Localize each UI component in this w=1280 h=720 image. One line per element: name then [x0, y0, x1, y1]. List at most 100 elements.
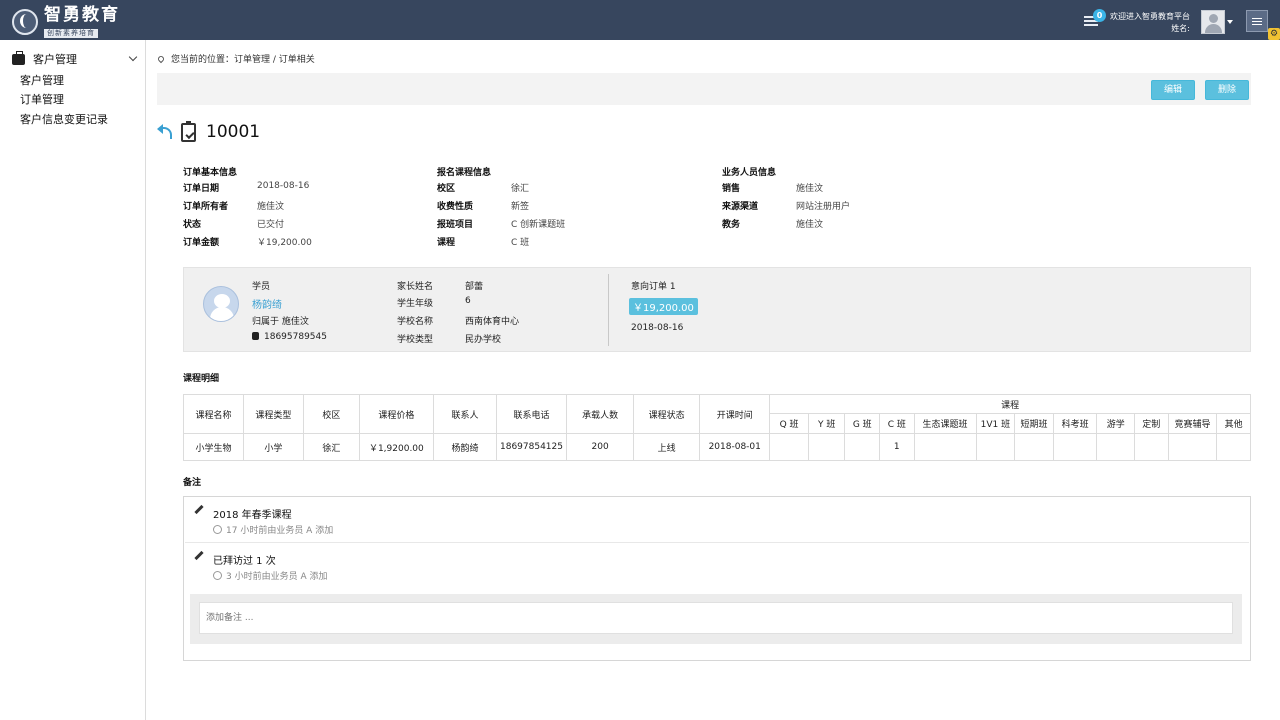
subcolumn-header: Q 班 — [769, 413, 809, 434]
field-label: 课程 — [437, 238, 456, 248]
table-cell — [1014, 433, 1054, 461]
course-detail-title: 课程明细 — [183, 374, 220, 384]
table-row[interactable]: 小学生物 小学 徐汇 ￥1,9200.00 杨韵绮 18697854125 20… — [183, 433, 1251, 461]
subcolumn-header: 游学 — [1096, 413, 1136, 434]
detail-label: 学生年级 — [397, 299, 434, 309]
sidebar-group-label: 客户管理 — [33, 53, 77, 66]
field-label: 报班项目 — [437, 220, 474, 230]
note-meta: 17 小时前由业务员 A 添加 — [213, 523, 333, 536]
column-header: 课程价格 — [358, 394, 434, 434]
section-title: 订单基本信息 — [183, 168, 238, 178]
order-basic-info: 订单基本信息 订单日期 2018-08-16 订单所有者 施佳汶 状态 已交付 订单金… — [183, 165, 312, 253]
user-avatar[interactable] — [1201, 10, 1225, 34]
clock-icon — [213, 525, 222, 534]
column-header: 联系电话 — [495, 394, 568, 434]
note-input-container — [190, 594, 1242, 644]
field-value: 施佳汶 — [257, 202, 285, 212]
sidebar-group-customer[interactable]: 客户管理 — [12, 50, 140, 67]
detail-value: 西南体育中心 — [465, 317, 520, 327]
column-header: 校区 — [302, 394, 360, 434]
pencil-icon[interactable] — [194, 550, 204, 561]
note-text: 已拜访过 1 次 — [213, 556, 276, 567]
divider — [185, 542, 1249, 543]
clock-icon — [213, 571, 222, 580]
staff-info: 业务人员信息 销售 施佳汶 来源渠道 网站注册用户 教务 施佳汶 — [722, 165, 850, 235]
breadcrumb-text: 您当前的位置：订单管理 / 订单相关 — [171, 55, 315, 65]
subcolumn-header: Y 班 — [807, 413, 846, 434]
intent-date: 2018-08-16 — [631, 323, 684, 333]
order-title-row: 10001 — [157, 120, 260, 142]
field-value: C 班 — [511, 238, 530, 248]
chevron-down-icon[interactable] — [1227, 20, 1233, 24]
table-cell: 2018-08-01 — [699, 433, 771, 461]
chevron-down-icon — [128, 52, 138, 62]
field-label: 订单日期 — [183, 184, 220, 194]
table-cell — [769, 433, 809, 461]
logo-subtitle: 创新素养培育 — [44, 29, 98, 38]
welcome-text: 欢迎进入智勇教育平台 姓名: — [1110, 11, 1190, 35]
sidebar-item-customers[interactable]: 客户管理 — [20, 72, 64, 88]
subcolumn-header: 其他 — [1216, 413, 1251, 434]
table-cell: 200 — [566, 433, 635, 461]
gear-icon[interactable]: ⚙ — [1268, 28, 1280, 40]
logo-title: 智勇教育 — [44, 5, 120, 25]
note-meta-text: 3 小时前由业务员 A 添加 — [226, 572, 328, 582]
field-label: 订单金额 — [183, 238, 220, 248]
add-note-input[interactable] — [199, 602, 1233, 634]
briefcase-icon — [12, 50, 25, 65]
location-pin-icon — [156, 54, 166, 63]
table-cell — [1167, 433, 1218, 461]
detail-label: 学校类型 — [397, 335, 434, 345]
field-value: 2018-08-16 — [257, 181, 310, 191]
pencil-icon[interactable] — [194, 504, 204, 515]
table-cell: 18697854125 — [495, 433, 568, 461]
notes-panel: 2018 年春季课程 17 小时前由业务员 A 添加 已拜访过 1 次 3 小时… — [183, 496, 1251, 661]
column-header: 课程状态 — [633, 394, 701, 434]
delete-button[interactable]: 删除 — [1205, 80, 1249, 100]
course-enroll-info: 报名课程信息 校区 徐汇 收费性质 新签 报班项目 C 创新课题班 课程 C 班 — [437, 165, 565, 253]
table-cell: 徐汇 — [302, 433, 360, 461]
field-label: 收费性质 — [437, 202, 474, 212]
back-arrow-icon[interactable] — [157, 124, 173, 140]
intent-order-label: 意向订单 1 — [631, 282, 676, 292]
edit-button[interactable]: 编辑 — [1151, 80, 1195, 100]
field-value: 施佳汶 — [796, 184, 824, 194]
menu-icon[interactable] — [1246, 10, 1268, 32]
breadcrumb: 您当前的位置：订单管理 / 订单相关 — [156, 52, 315, 65]
table-cell: 杨韵绮 — [432, 433, 497, 461]
student-name-link[interactable]: 杨韵绮 — [252, 296, 282, 311]
section-title: 报名课程信息 — [437, 168, 492, 178]
column-header: 课程类型 — [242, 394, 304, 434]
detail-value: 民办学校 — [465, 335, 502, 345]
table-cell — [975, 433, 1016, 461]
student-avatar — [203, 286, 239, 322]
notification-button[interactable]: 0 — [1084, 9, 1106, 28]
subcolumn-header: C 班 — [879, 413, 915, 434]
table-cell — [913, 433, 977, 461]
subcolumn-header: 短期班 — [1014, 413, 1054, 434]
logo-icon — [12, 9, 38, 35]
brand-logo[interactable]: 智勇教育 创新素养培育 — [12, 6, 120, 38]
field-label: 销售 — [722, 184, 741, 194]
clipboard-check-icon — [181, 120, 196, 142]
student-phone: 18695789545 — [264, 332, 327, 342]
divider — [608, 274, 609, 346]
notes-title: 备注 — [183, 478, 202, 488]
field-label: 教务 — [722, 220, 741, 230]
sidebar-item-orders[interactable]: 订单管理 — [20, 91, 64, 107]
table-cell — [1134, 433, 1169, 461]
table-cell — [1216, 433, 1251, 461]
table-cell — [807, 433, 846, 461]
column-header: 联系人 — [432, 394, 497, 434]
field-value: 徐汇 — [511, 184, 530, 194]
table-cell: ￥1,9200.00 — [358, 433, 434, 461]
sidebar-item-change-log[interactable]: 客户信息变更记录 — [20, 111, 108, 127]
phone-icon — [252, 332, 259, 340]
note-meta-text: 17 小时前由业务员 A 添加 — [226, 526, 334, 536]
table-cell: 1 — [879, 433, 915, 461]
detail-value: 部蕾 — [465, 282, 484, 292]
field-value: 施佳汶 — [796, 220, 824, 230]
student-label: 学员 — [252, 282, 271, 292]
field-label: 状态 — [183, 220, 202, 230]
notification-badge: 0 — [1093, 9, 1106, 22]
